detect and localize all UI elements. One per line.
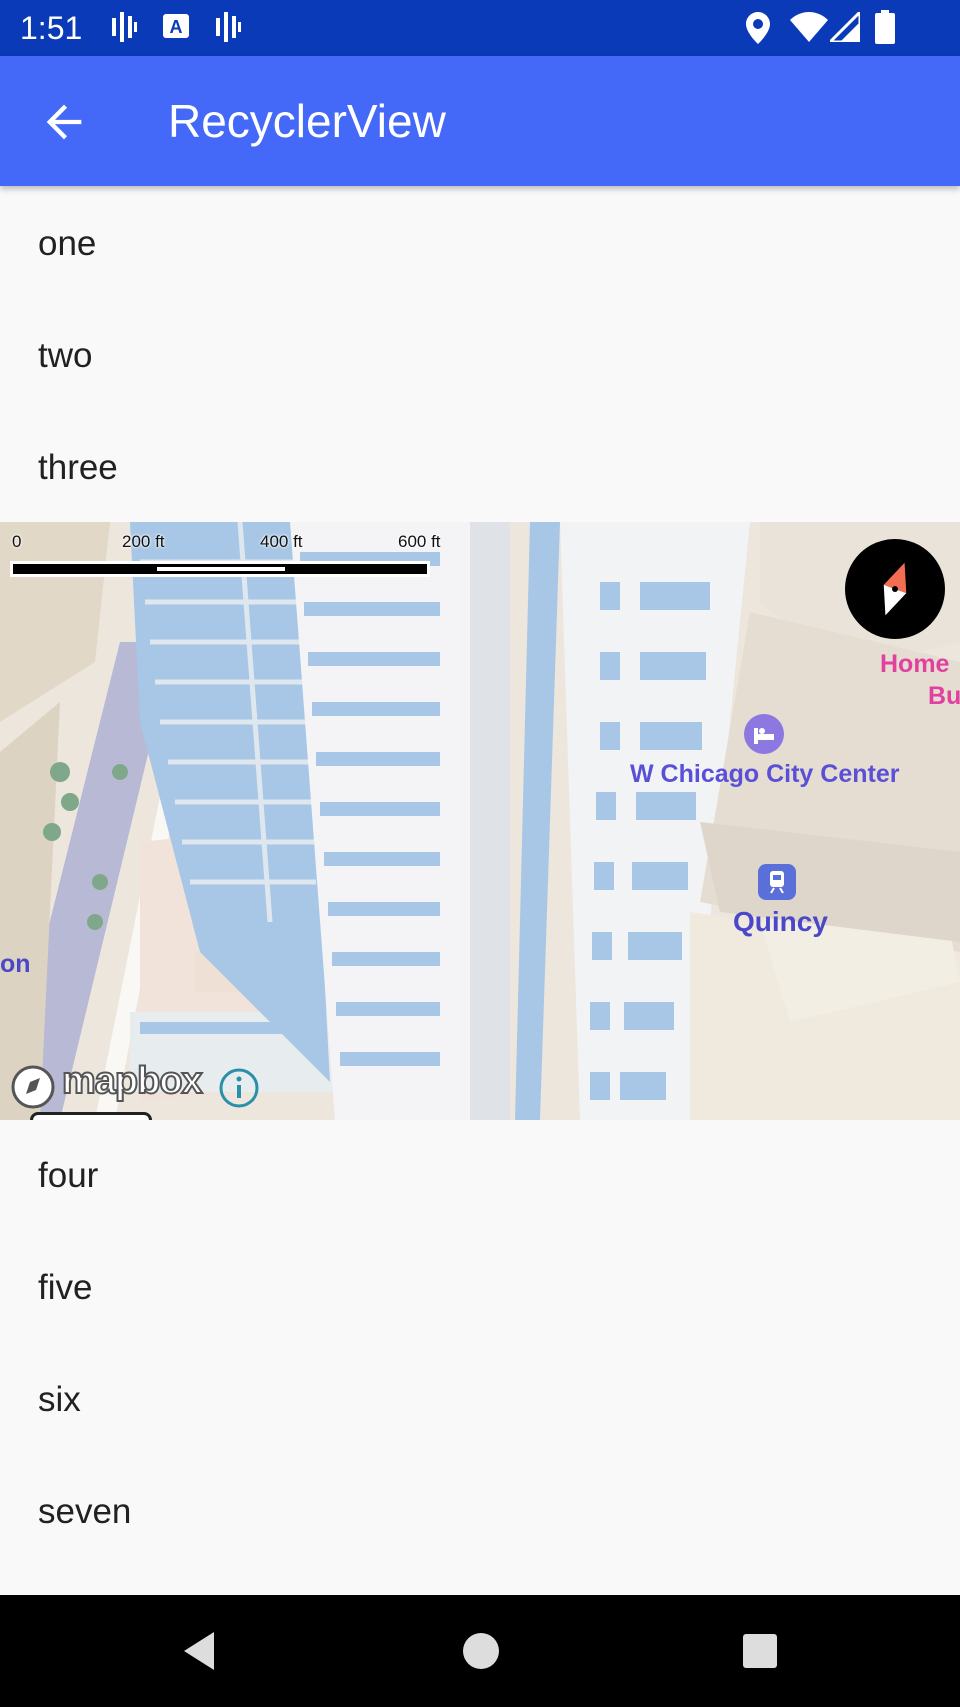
list-item[interactable]: five [0, 1232, 960, 1344]
scale-label: 600 ft [398, 532, 441, 551]
list-item-label: three [38, 448, 118, 487]
mapbox-wordmark: mapbox [61, 1059, 204, 1103]
info-icon[interactable] [218, 1067, 260, 1109]
status-bar: 1:51 A [0, 0, 960, 56]
status-time: 1:51 [20, 10, 83, 46]
list-item-label: one [38, 224, 97, 263]
list-item[interactable]: one [0, 188, 960, 300]
hotel-icon[interactable] [744, 714, 784, 754]
app-bar: RecyclerView [0, 56, 960, 186]
list-item[interactable]: two [0, 300, 960, 412]
poi-label-partial: Home [880, 650, 950, 678]
map-view[interactable]: 0 200 ft 400 ft 600 ft Home Bu W Chicago… [0, 522, 960, 1120]
poi-label-partial: Bu [928, 682, 960, 710]
battery-icon [875, 10, 895, 44]
signal-bars-icon [112, 12, 137, 42]
list-item-label: five [38, 1268, 93, 1307]
wifi-icon [790, 12, 828, 42]
arrow-back-icon[interactable] [38, 96, 90, 148]
list-item[interactable]: seven [0, 1456, 960, 1568]
list-item[interactable]: four [0, 1120, 960, 1232]
text-a-icon: A [163, 14, 189, 38]
list-item[interactable]: three [0, 412, 960, 524]
svg-text:A: A [170, 17, 183, 37]
cell-signal-icon [830, 12, 860, 42]
navigation-bar [0, 1595, 960, 1707]
poi-label-partial: on [0, 950, 31, 978]
compass-icon [883, 562, 907, 616]
location-icon [746, 12, 770, 44]
map-3d-buildings [0, 522, 960, 1120]
scale-label: 200 ft [122, 532, 165, 551]
page-title: RecyclerView [168, 95, 446, 147]
list-item-label: seven [38, 1492, 132, 1531]
compass-button[interactable] [845, 539, 945, 639]
map-overlay-tab [30, 1112, 152, 1120]
transit-station-icon[interactable] [758, 864, 796, 900]
list-item-label: two [38, 336, 93, 375]
scale-label: 0 [12, 532, 22, 551]
nav-home-icon[interactable] [458, 1628, 504, 1674]
scale-bar [10, 561, 430, 577]
list-item[interactable]: six [0, 1344, 960, 1456]
list-item-label: four [38, 1156, 99, 1195]
poi-label-hotel[interactable]: W Chicago City Center [630, 760, 899, 789]
signal-bars-icon [216, 12, 241, 42]
nav-back-icon[interactable] [178, 1628, 224, 1674]
nav-recents-icon[interactable] [737, 1628, 783, 1674]
scale-label: 400 ft [260, 532, 303, 551]
list-item-label: six [38, 1380, 81, 1419]
poi-label-station[interactable]: Quincy [733, 906, 828, 938]
mapbox-logo-icon [11, 1065, 55, 1109]
